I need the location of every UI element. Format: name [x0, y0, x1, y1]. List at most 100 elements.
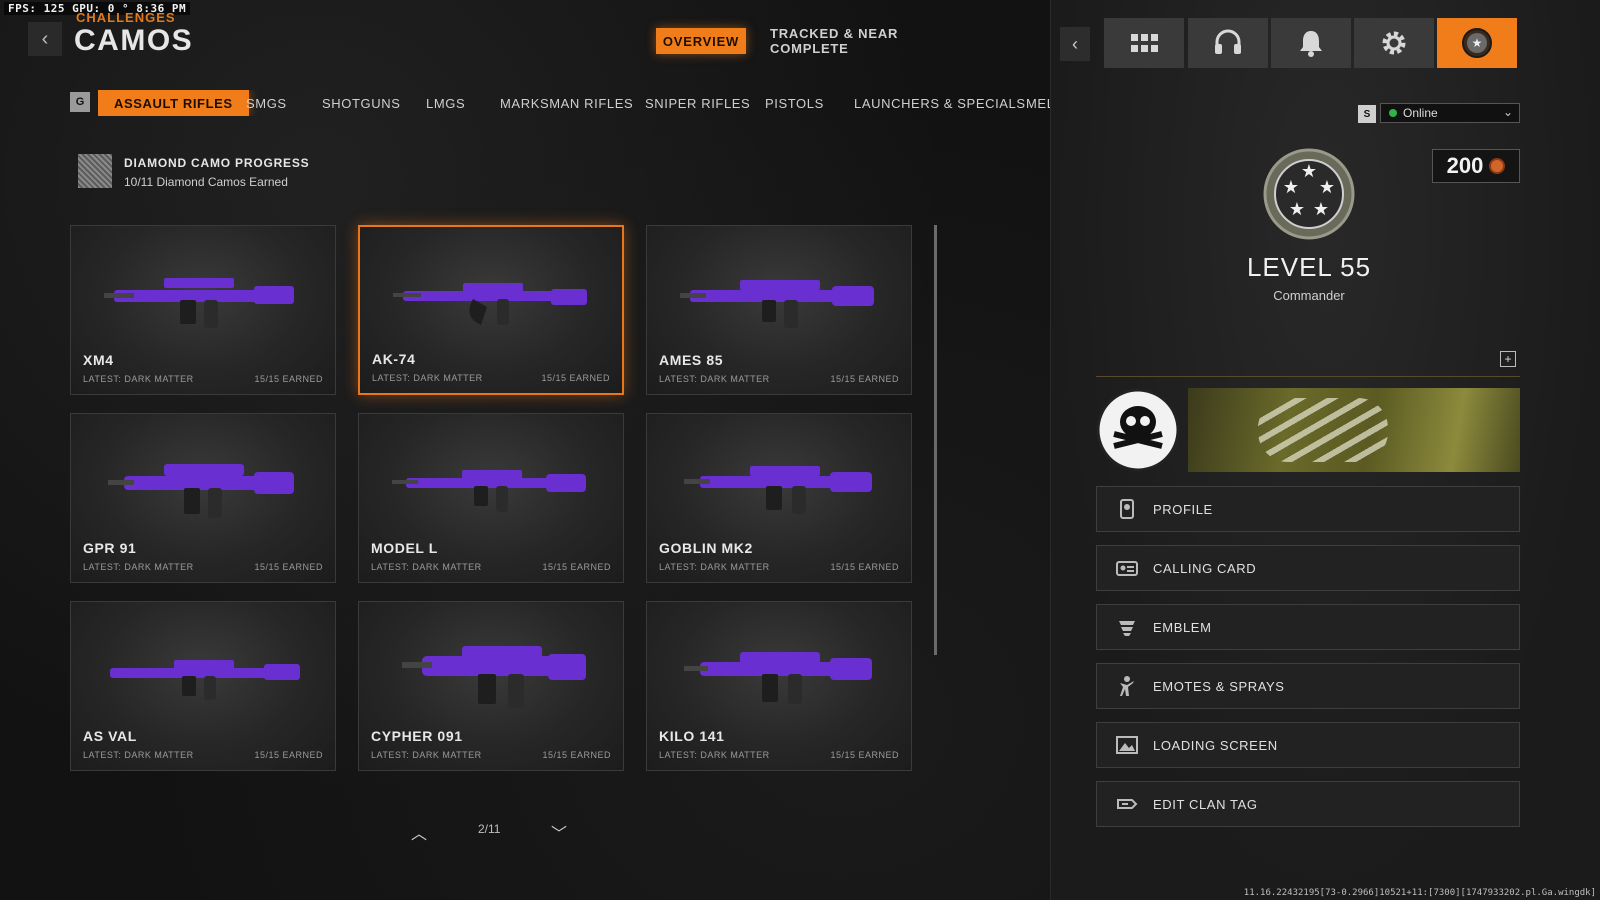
- status-key-hint: S: [1358, 105, 1376, 123]
- profile-icon: [1113, 495, 1141, 523]
- rifle-icon: [680, 280, 874, 328]
- menu-emblem-button[interactable]: EMBLEM: [1096, 604, 1520, 650]
- headset-icon: [1215, 29, 1241, 54]
- menu-profile-button[interactable]: PROFILE: [1096, 486, 1520, 532]
- bell-icon: [1300, 31, 1322, 57]
- tab-shotguns[interactable]: SHOTGUNS: [322, 90, 400, 116]
- menu-emotes-sprays-button[interactable]: EMOTES & SPRAYS: [1096, 663, 1520, 709]
- latest-camo: LATEST: DARK MATTER: [659, 562, 770, 572]
- diamond-camo-icon: [78, 154, 112, 188]
- weapon-name: CYPHER 091: [371, 728, 463, 744]
- weapon-name: GPR 91: [83, 540, 137, 556]
- tab-overview[interactable]: OVERVIEW: [656, 28, 746, 54]
- weapon-card-ames-85[interactable]: AMES 85 LATEST: DARK MATTER 15/15 EARNED: [646, 225, 912, 395]
- rank-badge-icon: ★★ ★★ ★: [1263, 148, 1355, 240]
- tab-melee[interactable]: MELE: [1026, 90, 1050, 116]
- weapon-card-xm4[interactable]: XM4 LATEST: DARK MATTER 15/15 EARNED: [70, 225, 336, 395]
- gear-icon: [1382, 31, 1406, 55]
- grid-scrollbar[interactable]: [934, 225, 937, 655]
- weapon-name: XM4: [83, 352, 114, 368]
- menu-calling-card-button[interactable]: CALLING CARD: [1096, 545, 1520, 591]
- calling-card-icon: [1113, 554, 1141, 582]
- weapon-card-model-l[interactable]: MODEL L LATEST: DARK MATTER 15/15 EARNED: [358, 413, 624, 583]
- latest-camo: LATEST: DARK MATTER: [372, 373, 483, 383]
- latest-camo: LATEST: DARK MATTER: [659, 374, 770, 384]
- cod-points-icon: [1489, 158, 1506, 174]
- breadcrumb: CHALLENGES: [76, 10, 176, 22]
- player-level: LEVEL 55: [1246, 252, 1372, 282]
- weapon-card-kilo-141[interactable]: KILO 141 LATEST: DARK MATTER 15/15 EARNE…: [646, 601, 912, 771]
- profile-rank-button[interactable]: ★: [1437, 18, 1517, 68]
- panel-collapse-button[interactable]: ‹: [1060, 27, 1090, 61]
- tab-assault-rifles[interactable]: ASSAULT RIFLES: [98, 90, 249, 116]
- svg-text:★: ★: [1472, 36, 1483, 50]
- latest-camo: LATEST: DARK MATTER: [371, 562, 482, 572]
- weapon-name: AS VAL: [83, 728, 137, 744]
- tab-tracked-near-complete[interactable]: TRACKED & NEAR COMPLETE: [770, 26, 940, 56]
- tab-marksman-rifles[interactable]: MARKSMAN RIFLES: [500, 90, 633, 116]
- chevron-left-icon: ‹: [1072, 33, 1078, 54]
- currency-value: 200: [1446, 153, 1484, 178]
- page-title: CAMOS: [74, 24, 194, 57]
- rifle-icon: [110, 660, 300, 700]
- camo-earned: 15/15 EARNED: [254, 562, 323, 572]
- diamond-progress-title: DIAMOND CAMO PROGRESS: [124, 156, 310, 170]
- latest-camo: LATEST: DARK MATTER: [659, 750, 770, 760]
- svg-text:★: ★: [1313, 199, 1329, 220]
- currency-display: 200: [1432, 149, 1520, 183]
- weapon-name: KILO 141: [659, 728, 725, 744]
- weapon-card-gpr-91[interactable]: GPR 91 LATEST: DARK MATTER 15/15 EARNED: [70, 413, 336, 583]
- rifle-icon: [108, 464, 294, 518]
- rifle-icon: [684, 652, 872, 704]
- add-icon[interactable]: +: [1500, 351, 1516, 367]
- rank-icon: ★: [1462, 28, 1492, 58]
- calling-card-art: [1258, 398, 1388, 462]
- menu-label: PROFILE: [1153, 501, 1213, 517]
- clan-tag-icon: [1113, 790, 1141, 818]
- chevron-down-icon: ⌄: [1502, 105, 1513, 119]
- category-key-hint: G: [70, 92, 90, 112]
- camo-earned: 15/15 EARNED: [542, 750, 611, 760]
- chevron-left-icon: ‹: [41, 27, 49, 50]
- weapon-card-goblin-mk2[interactable]: GOBLIN MK2 LATEST: DARK MATTER 15/15 EAR…: [646, 413, 912, 583]
- tab-lmgs[interactable]: LMGS: [426, 90, 465, 116]
- notifications-button[interactable]: [1271, 18, 1351, 68]
- camo-earned: 15/15 EARNED: [830, 562, 899, 572]
- page-up-chevron-icon[interactable]: ︿: [411, 820, 427, 844]
- tab-launchers-specials[interactable]: LAUNCHERS & SPECIALS: [854, 90, 1026, 116]
- player-rank-title: Commander: [1273, 288, 1345, 303]
- emblem-skull-icon: [1096, 388, 1180, 472]
- latest-camo: LATEST: DARK MATTER: [371, 750, 482, 760]
- menu-edit-clan-tag-button[interactable]: EDIT CLAN TAG: [1096, 781, 1520, 827]
- page-indicator: 2/11: [478, 822, 501, 836]
- weapon-card-ak-74[interactable]: AK-74 LATEST: DARK MATTER 15/15 EARNED: [358, 225, 624, 395]
- camo-earned: 15/15 EARNED: [830, 750, 899, 760]
- online-status-select[interactable]: Online ⌄: [1380, 103, 1520, 123]
- rifle-icon: [684, 466, 872, 514]
- tab-pistols[interactable]: PISTOLS: [765, 90, 824, 116]
- menu-label: EDIT CLAN TAG: [1153, 796, 1258, 812]
- menu-loading-screen-button[interactable]: LOADING SCREEN: [1096, 722, 1520, 768]
- menu-label: EMBLEM: [1153, 619, 1212, 635]
- weapon-card-cypher-091[interactable]: CYPHER 091 LATEST: DARK MATTER 15/15 EAR…: [358, 601, 624, 771]
- divider: [1096, 376, 1520, 377]
- social-button[interactable]: [1188, 18, 1268, 68]
- grid-menu-button[interactable]: [1104, 18, 1184, 68]
- camo-earned: 15/15 EARNED: [542, 562, 611, 572]
- svg-text:★: ★: [1319, 177, 1335, 198]
- tab-smgs[interactable]: SMGS: [246, 90, 287, 116]
- camo-earned: 15/15 EARNED: [254, 750, 323, 760]
- rifle-icon: [392, 470, 586, 512]
- diamond-progress-count: 10/11 Diamond Camos Earned: [124, 175, 288, 189]
- grid-icon: [1131, 34, 1158, 52]
- calling-card-image: [1188, 388, 1520, 472]
- loading-screen-icon: [1113, 731, 1141, 759]
- weapon-card-as-val[interactable]: AS VAL LATEST: DARK MATTER 15/15 EARNED: [70, 601, 336, 771]
- weapon-name: MODEL L: [371, 540, 438, 556]
- svg-text:★: ★: [1301, 161, 1317, 182]
- page-down-chevron-icon[interactable]: ﹀: [551, 820, 567, 844]
- settings-button[interactable]: [1354, 18, 1434, 68]
- back-button[interactable]: ‹: [28, 22, 62, 56]
- tab-sniper-rifles[interactable]: SNIPER RIFLES: [645, 90, 750, 116]
- camo-earned: 15/15 EARNED: [541, 373, 610, 383]
